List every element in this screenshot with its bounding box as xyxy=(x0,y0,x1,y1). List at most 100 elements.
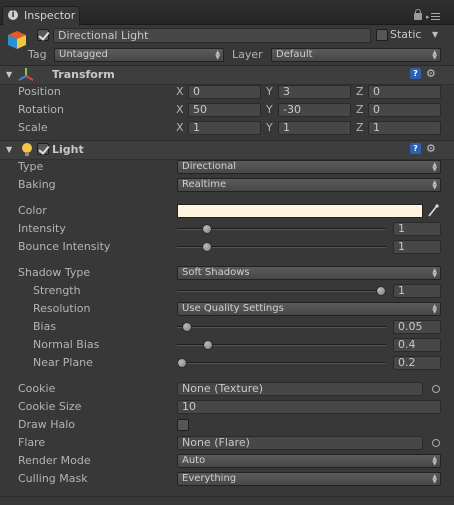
scale-label: Scale xyxy=(18,121,48,134)
object-picker-icon[interactable] xyxy=(432,385,440,393)
light-enabled-checkbox[interactable] xyxy=(37,143,49,155)
layer-label: Layer xyxy=(232,48,263,61)
color-swatch[interactable] xyxy=(177,204,423,218)
rotation-y-axis: Y xyxy=(266,103,273,116)
transform-title: Transform xyxy=(52,68,115,81)
culling-mask-label: Culling Mask xyxy=(18,472,88,485)
intensity-label: Intensity xyxy=(18,222,66,235)
lock-icon[interactable] xyxy=(414,9,422,20)
scale-x-field[interactable]: 1 xyxy=(188,121,261,135)
layer-dropdown[interactable]: Default ▲ ▼ xyxy=(271,48,441,62)
bias-slider-handle[interactable] xyxy=(181,322,192,332)
active-checkbox[interactable] xyxy=(37,29,49,41)
eyedropper-icon[interactable] xyxy=(427,204,439,218)
render-mode-label: Render Mode xyxy=(18,454,91,467)
dropdown-arrow-icon: ▲ ▼ xyxy=(432,473,437,485)
strength-slider-handle[interactable] xyxy=(376,286,386,296)
type-dropdown[interactable]: Directional ▲ ▼ xyxy=(177,160,441,174)
position-x-field[interactable]: 0 xyxy=(188,85,261,99)
position-z-field[interactable]: 0 xyxy=(368,85,441,99)
dropdown-arrow-icon: ▲ ▼ xyxy=(432,179,437,191)
normal-bias-slider-handle[interactable] xyxy=(202,340,213,350)
color-label: Color xyxy=(18,204,47,217)
rotation-x-field[interactable]: 50 xyxy=(188,103,261,117)
normal-bias-field[interactable]: 0.4 xyxy=(393,338,441,352)
transform-icon xyxy=(18,67,34,83)
tab-label: Inspector xyxy=(24,9,76,22)
bias-slider-track[interactable] xyxy=(177,326,386,328)
bounce-intensity-label: Bounce Intensity xyxy=(18,240,111,253)
cookie-size-field[interactable]: 10 xyxy=(177,400,441,414)
foldout-arrow-icon[interactable]: ▼ xyxy=(6,144,12,156)
tag-label: Tag xyxy=(28,48,47,61)
tab-inspector[interactable]: i Inspector xyxy=(2,6,80,26)
normal-bias-label: Normal Bias xyxy=(33,338,100,351)
type-label: Type xyxy=(18,160,44,173)
object-picker-icon[interactable] xyxy=(432,439,440,447)
dropdown-arrow-icon: ▲ ▼ xyxy=(432,49,437,61)
flare-field[interactable]: None (Flare) xyxy=(177,436,423,450)
intensity-slider-handle[interactable] xyxy=(201,224,212,234)
dropdown-arrow-icon: ▲ ▼ xyxy=(432,303,437,315)
resolution-dropdown[interactable]: Use Quality Settings ▲ ▼ xyxy=(177,302,441,316)
scale-x-axis: X xyxy=(176,121,184,134)
bias-field[interactable]: 0.05 xyxy=(393,320,441,334)
strength-label: Strength xyxy=(33,284,81,297)
intensity-field[interactable]: 1 xyxy=(393,222,441,236)
cookie-field[interactable]: None (Texture) xyxy=(177,382,423,396)
menu-icon[interactable]: ▸ xyxy=(426,12,440,22)
inspector-icon: i xyxy=(8,10,18,20)
bounce-intensity-field[interactable]: 1 xyxy=(393,240,441,254)
position-y-field[interactable]: 3 xyxy=(278,85,351,99)
gear-icon[interactable]: ⚙ xyxy=(426,68,436,80)
near-plane-field[interactable]: 0.2 xyxy=(393,356,441,370)
dropdown-arrow-icon: ▲ ▼ xyxy=(432,455,437,467)
near-plane-label: Near Plane xyxy=(33,356,93,369)
resolution-label: Resolution xyxy=(33,302,91,315)
cookie-size-label: Cookie Size xyxy=(18,400,82,413)
static-label: Static xyxy=(390,28,422,41)
rotation-z-field[interactable]: 0 xyxy=(368,103,441,117)
render-mode-dropdown[interactable]: Auto ▲ ▼ xyxy=(177,454,441,468)
scale-y-field[interactable]: 1 xyxy=(278,121,351,135)
gear-icon[interactable]: ⚙ xyxy=(426,143,436,155)
help-icon[interactable]: ? xyxy=(410,143,421,154)
shadow-type-dropdown[interactable]: Soft Shadows ▲ ▼ xyxy=(177,266,441,280)
section-divider xyxy=(0,496,454,497)
rotation-x-axis: X xyxy=(176,103,184,116)
dropdown-arrow-icon: ▲ ▼ xyxy=(215,49,220,61)
tag-dropdown[interactable]: Untagged ▲ ▼ xyxy=(54,48,224,62)
baking-label: Baking xyxy=(18,178,56,191)
strength-slider-track[interactable] xyxy=(177,290,386,292)
scale-z-axis: Z xyxy=(356,121,364,134)
object-name-field[interactable]: Directional Light xyxy=(53,28,371,43)
light-title: Light xyxy=(52,143,84,156)
near-plane-slider-track[interactable] xyxy=(177,362,386,364)
near-plane-slider-handle[interactable] xyxy=(177,358,187,368)
rotation-y-field[interactable]: -30 xyxy=(278,103,351,117)
bias-label: Bias xyxy=(33,320,57,333)
culling-mask-dropdown[interactable]: Everything ▲ ▼ xyxy=(177,472,441,486)
position-z-axis: Z xyxy=(356,85,364,98)
flare-label: Flare xyxy=(18,436,46,449)
dropdown-arrow-icon: ▲ ▼ xyxy=(432,161,437,173)
scale-y-axis: Y xyxy=(266,121,273,134)
shadow-type-label: Shadow Type xyxy=(18,266,91,279)
cookie-label: Cookie xyxy=(18,382,56,395)
draw-halo-checkbox[interactable] xyxy=(177,419,189,431)
static-dropdown-icon[interactable]: ▼ xyxy=(432,29,438,41)
lightbulb-icon xyxy=(20,142,34,158)
gameobject-icon xyxy=(6,29,28,51)
baking-dropdown[interactable]: Realtime ▲ ▼ xyxy=(177,178,441,192)
static-checkbox[interactable] xyxy=(376,29,388,41)
rotation-z-axis: Z xyxy=(356,103,364,116)
rotation-label: Rotation xyxy=(18,103,65,116)
position-x-axis: X xyxy=(176,85,184,98)
scale-z-field[interactable]: 1 xyxy=(368,121,441,135)
draw-halo-label: Draw Halo xyxy=(18,418,76,431)
foldout-arrow-icon[interactable]: ▼ xyxy=(6,69,12,81)
position-y-axis: Y xyxy=(266,85,273,98)
bounce-slider-handle[interactable] xyxy=(201,242,212,252)
help-icon[interactable]: ? xyxy=(410,68,421,79)
strength-field[interactable]: 1 xyxy=(393,284,441,298)
